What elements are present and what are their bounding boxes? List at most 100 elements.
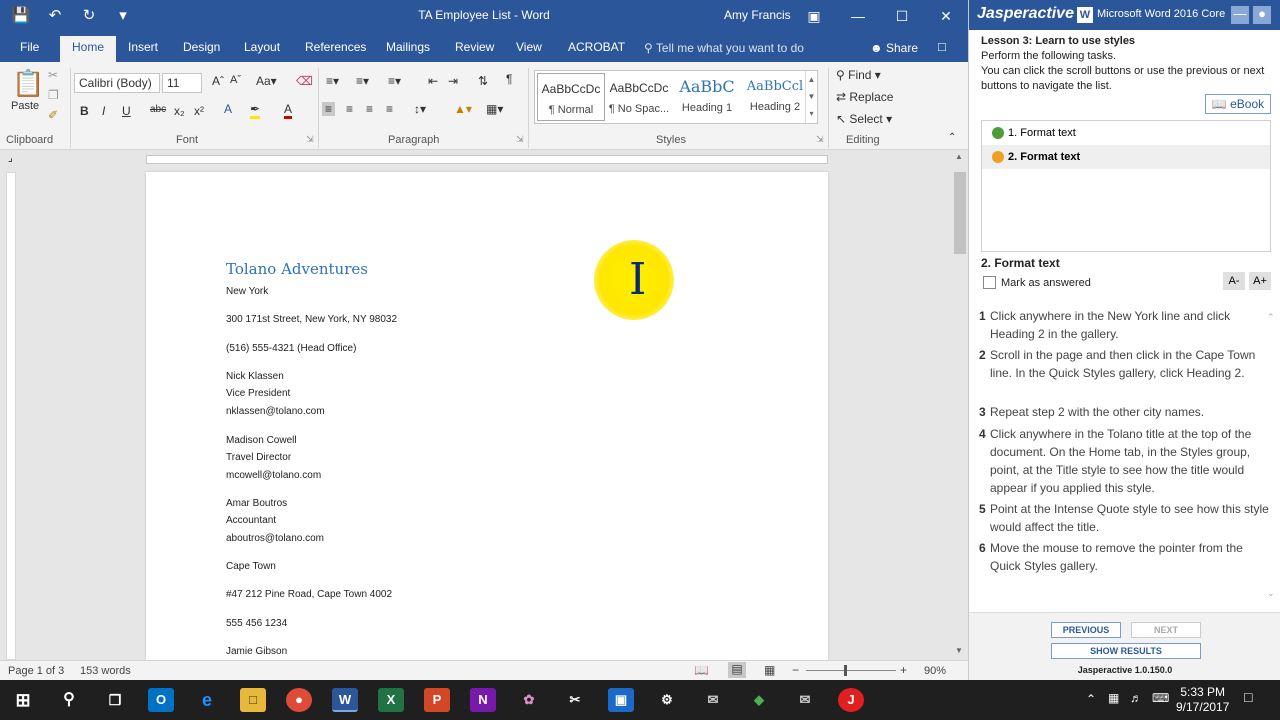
network-icon[interactable]: ▦ <box>1108 691 1119 705</box>
styles-dialog-launcher-icon[interactable]: ⇲ <box>816 134 824 145</box>
ribbon-display-icon[interactable]: ▣ <box>792 0 836 32</box>
close-icon[interactable]: ✕ <box>924 0 968 32</box>
doc-line[interactable]: Nick Klassen <box>226 371 284 382</box>
maximize-icon[interactable]: ☐ <box>880 0 924 32</box>
scroll-up-icon[interactable]: ▲ <box>955 152 963 161</box>
mark-answered-checkbox[interactable] <box>983 276 996 289</box>
select-button[interactable]: ↖ Select ▾ <box>836 112 892 126</box>
doc-line[interactable]: Madison Cowell <box>226 435 297 446</box>
tab-selector-icon[interactable]: ⌟ <box>8 153 13 164</box>
zoom-out-icon[interactable]: − <box>792 663 799 677</box>
align-center-icon[interactable]: ≡ <box>346 102 353 116</box>
page-count[interactable]: Page 1 of 3 <box>8 665 64 677</box>
format-painter-icon[interactable]: ✐ <box>48 108 58 122</box>
web-layout-icon[interactable]: ▦ <box>764 663 775 677</box>
save-icon[interactable]: 💾 <box>10 6 32 24</box>
scroll-thumb[interactable] <box>954 172 966 254</box>
notifications-icon[interactable]: □ <box>1244 689 1252 705</box>
app-icon-green[interactable]: ◆ <box>746 688 772 712</box>
paste-button-label[interactable]: Paste <box>11 100 39 112</box>
task-view-icon[interactable]: ❐ <box>102 688 128 712</box>
doc-line[interactable]: Jamie Gibson <box>226 646 287 657</box>
task-item-2[interactable]: 2. Format text <box>982 145 1270 169</box>
grow-font-icon[interactable]: Aˆ <box>212 74 224 88</box>
zoom-in-icon[interactable]: + <box>900 663 907 677</box>
excel-icon[interactable]: X <box>378 688 404 712</box>
horizontal-ruler[interactable]: ⌟ <box>0 150 968 168</box>
doc-line[interactable]: Amar Boutros <box>226 498 287 509</box>
volume-icon[interactable]: ♬ <box>1130 691 1142 705</box>
bold-icon[interactable]: B <box>80 104 89 118</box>
outlook-icon[interactable]: O <box>148 688 174 712</box>
zoom-level[interactable]: 90% <box>924 665 946 677</box>
keyboard-icon[interactable]: ⌨ <box>1152 691 1169 705</box>
app-icon-gear[interactable]: ⚙ <box>654 688 680 712</box>
style-no-spacing[interactable]: AaBbCcDc ¶ No Spac... <box>605 73 673 121</box>
comments-icon[interactable]: □ <box>938 39 946 54</box>
style-heading-2[interactable]: AaBbCcl Heading 2 <box>741 73 809 121</box>
next-button[interactable]: NEXT <box>1131 622 1201 638</box>
multilevel-list-icon[interactable]: ≡▾ <box>388 74 401 88</box>
customize-qat-icon[interactable]: ▾ <box>112 6 134 24</box>
tab-insert[interactable]: Insert <box>128 38 158 62</box>
font-decrease-button[interactable]: A- <box>1223 272 1245 290</box>
doc-line[interactable]: Travel Director <box>226 452 291 463</box>
jasperactive-icon[interactable]: J <box>838 688 864 712</box>
font-dialog-launcher-icon[interactable]: ⇲ <box>306 134 314 145</box>
user-name[interactable]: Amy Francis <box>724 8 791 22</box>
scroll-down-icon[interactable]: ▼ <box>955 646 963 655</box>
borders-icon[interactable]: ▦▾ <box>486 102 503 116</box>
tab-file[interactable]: File <box>20 38 39 62</box>
word-icon[interactable]: W <box>332 688 358 712</box>
change-case-icon[interactable]: Aa▾ <box>256 74 277 88</box>
edge-icon[interactable]: e <box>194 688 220 712</box>
previous-button[interactable]: PREVIOUS <box>1051 622 1121 638</box>
document-page[interactable]: Tolano Adventures New York 300 171st Str… <box>146 172 828 660</box>
doc-line[interactable]: 555 456 1234 <box>226 618 287 629</box>
line-spacing-icon[interactable]: ↕▾ <box>414 102 426 116</box>
minimize-icon[interactable]: — <box>836 0 880 32</box>
start-icon[interactable]: ⊞ <box>10 688 36 712</box>
shading-icon[interactable]: ▲▾ <box>454 102 472 116</box>
highlight-icon[interactable]: ✒ <box>250 102 261 119</box>
style-heading-1[interactable]: AaBbC Heading 1 <box>673 73 741 121</box>
doc-line[interactable]: #47 212 Pine Road, Cape Town 4002 <box>226 589 392 600</box>
tab-layout[interactable]: Layout <box>244 38 280 62</box>
doc-line[interactable]: New York <box>226 286 268 297</box>
text-effects-icon[interactable]: A <box>224 102 232 116</box>
tab-view[interactable]: View <box>516 38 542 62</box>
doc-line[interactable]: Vice President <box>226 388 290 399</box>
zoom-slider-thumb[interactable] <box>844 665 847 676</box>
steps-scroll-down-icon[interactable]: ⌄ <box>1267 588 1275 599</box>
tab-acrobat[interactable]: ACROBAT <box>568 38 625 62</box>
paste-icon[interactable]: 📋 <box>12 68 44 99</box>
redo-icon[interactable]: ↻ <box>78 6 100 24</box>
doc-line[interactable]: mcowell@tolano.com <box>226 470 321 481</box>
font-increase-button[interactable]: A+ <box>1249 272 1271 290</box>
justify-icon[interactable]: ≡ <box>386 102 393 116</box>
italic-icon[interactable]: I <box>102 104 105 118</box>
align-left-icon[interactable]: ≡ <box>322 102 336 116</box>
task-item-1[interactable]: 1. Format text <box>982 121 1270 145</box>
panel-minimize-icon[interactable]: — <box>1231 6 1249 24</box>
app-icon-bird[interactable]: ✿ <box>516 688 542 712</box>
tab-mailings[interactable]: Mailings <box>386 38 430 62</box>
doc-line[interactable]: aboutros@tolano.com <box>226 533 324 544</box>
show-formatting-icon[interactable]: ¶ <box>506 72 512 86</box>
increase-indent-icon[interactable]: ⇥ <box>448 74 458 88</box>
copy-icon[interactable]: ❐ <box>48 88 59 102</box>
bullets-icon[interactable]: ≡▾ <box>326 74 339 88</box>
font-color-icon[interactable]: A <box>284 102 293 119</box>
ebook-button[interactable]: 📖 eBook <box>1205 94 1271 114</box>
read-mode-icon[interactable]: 📖 <box>694 663 709 677</box>
doc-heading-title[interactable]: Tolano Adventures <box>226 260 368 278</box>
doc-line[interactable]: (516) 555-4321 (Head Office) <box>226 343 356 354</box>
style-normal[interactable]: AaBbCcDc ¶ Normal <box>537 73 605 121</box>
snipping-tool-icon[interactable]: ✂ <box>562 688 588 712</box>
strikethrough-icon[interactable]: abc <box>150 104 166 115</box>
cut-icon[interactable]: ✂ <box>48 68 58 82</box>
tab-home[interactable]: Home <box>60 36 117 62</box>
print-layout-icon[interactable]: ▤ <box>728 662 746 678</box>
font-size-box[interactable]: 11 <box>162 73 202 93</box>
vertical-scrollbar[interactable]: ▲ ▼ <box>952 150 968 660</box>
